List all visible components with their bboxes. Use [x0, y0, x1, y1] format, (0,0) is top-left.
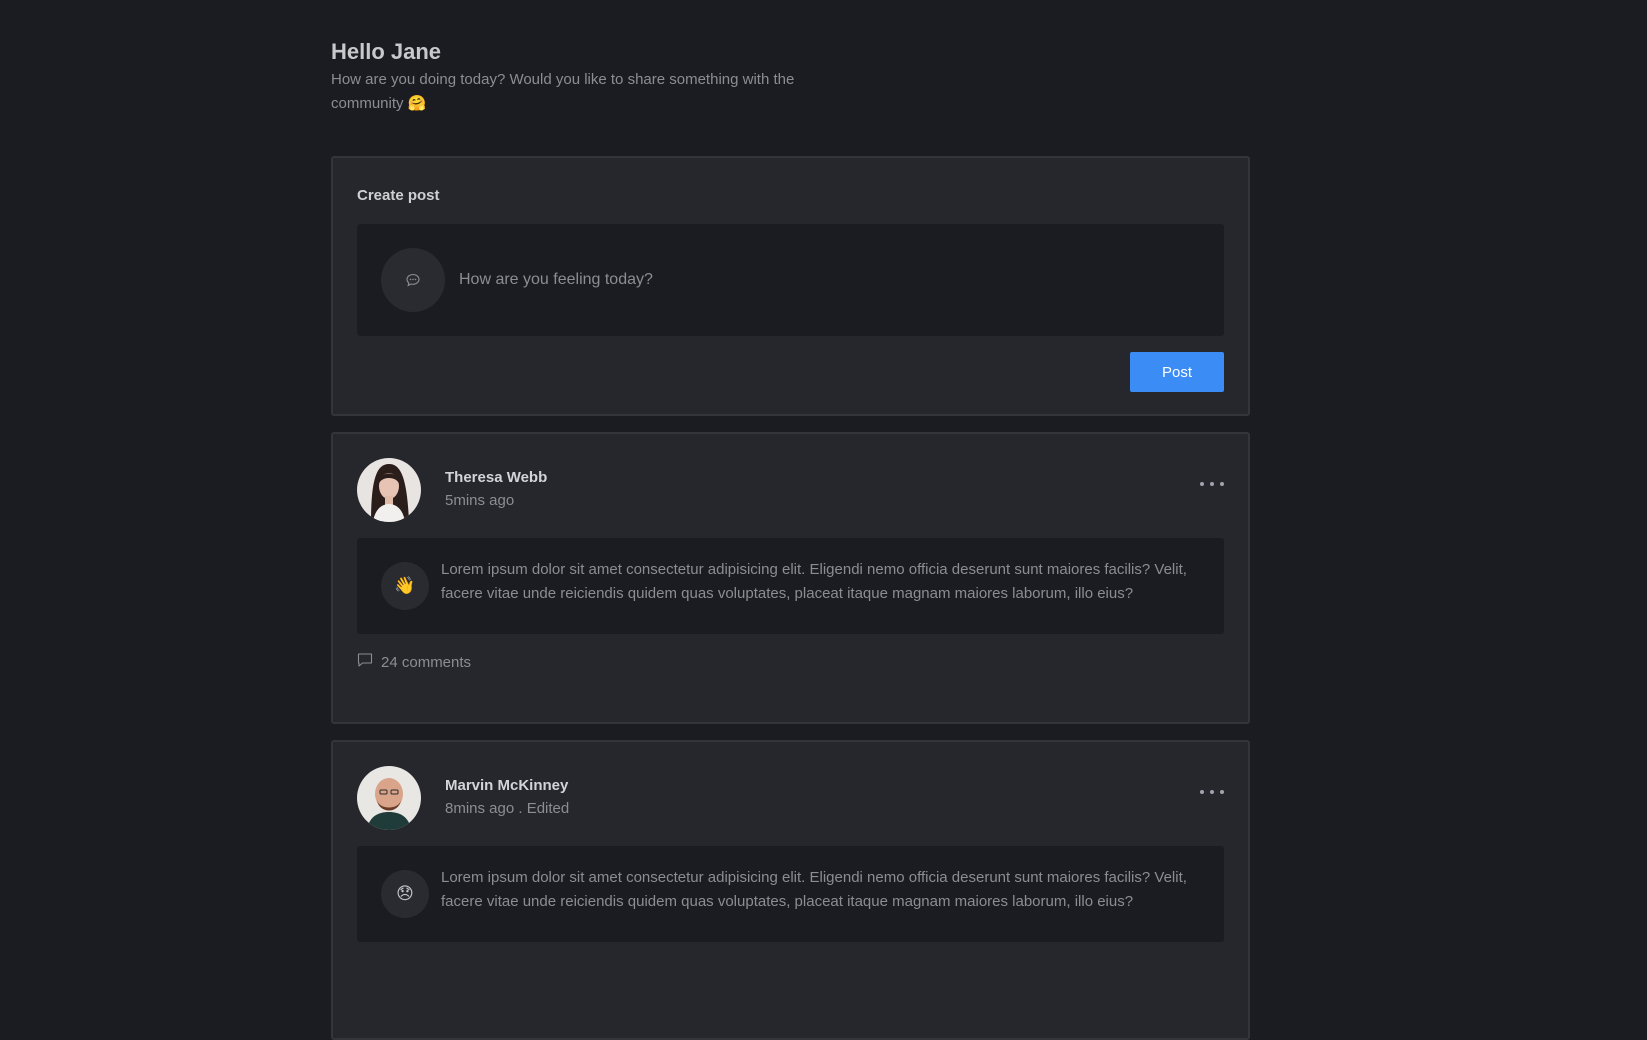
- post-text: Lorem ipsum dolor sit amet consectetur a…: [441, 869, 1187, 910]
- greeting-subtitle: How are you doing today? Would you like …: [331, 71, 795, 112]
- post-header: Marvin McKinney 8mins ago . Edited: [357, 766, 1224, 830]
- author-name[interactable]: Theresa Webb: [445, 467, 547, 489]
- chat-bubble-icon: [381, 248, 445, 312]
- post-composer[interactable]: [357, 224, 1224, 336]
- post-body: 👋 Lorem ipsum dolor sit amet consectetur…: [357, 538, 1224, 634]
- post-header: Theresa Webb 5mins ago: [357, 458, 1224, 522]
- avatar[interactable]: [357, 458, 421, 522]
- avatar[interactable]: [357, 766, 421, 830]
- feed-page: Hello Jane How are you doing today? Woul…: [331, 0, 1250, 1040]
- author-info: Marvin McKinney 8mins ago . Edited: [445, 775, 569, 821]
- post-input[interactable]: [457, 270, 1161, 290]
- mood-emoji: 👋: [381, 562, 429, 610]
- post-card: Theresa Webb 5mins ago 👋 Lorem ipsum dol…: [331, 432, 1250, 724]
- greeting-section: Hello Jane How are you doing today? Woul…: [331, 0, 1250, 116]
- post-time: 8mins ago . Edited: [445, 800, 570, 817]
- post-text: Lorem ipsum dolor sit amet consectetur a…: [441, 561, 1187, 602]
- post-button[interactable]: Post: [1130, 352, 1224, 392]
- create-post-card: Create post Post: [331, 156, 1250, 416]
- post-time: 5mins ago: [445, 492, 515, 509]
- post-card: Marvin McKinney 8mins ago . Edited 😞 Lor…: [331, 740, 1250, 1040]
- post-actions: Post: [357, 352, 1224, 392]
- comments-count: 24 comments: [381, 654, 472, 671]
- author-name[interactable]: Marvin McKinney: [445, 775, 569, 797]
- comment-icon: [357, 652, 373, 673]
- post-body: 😞 Lorem ipsum dolor sit amet consectetur…: [357, 846, 1224, 942]
- more-options-icon[interactable]: [1200, 784, 1224, 800]
- greeting-title: Hello Jane: [331, 39, 442, 64]
- more-options-icon[interactable]: [1200, 476, 1224, 492]
- mood-emoji: 😞: [381, 870, 429, 918]
- create-post-title: Create post: [357, 187, 440, 204]
- author-info: Theresa Webb 5mins ago: [445, 467, 547, 513]
- comments-link[interactable]: 24 comments: [357, 652, 1224, 673]
